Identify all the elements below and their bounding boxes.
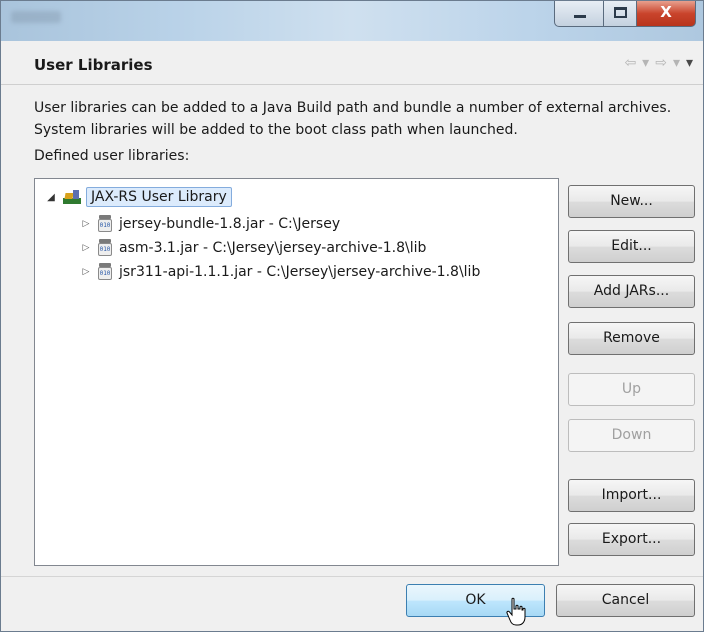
libraries-tree[interactable]: ◢ JAX-RS User Library ▷ 010 jersey-bundl… — [34, 178, 559, 566]
tree-root-item[interactable]: ◢ JAX-RS User Library — [44, 186, 232, 208]
new-button[interactable]: New... — [568, 185, 695, 218]
window-title-blurred — [11, 11, 61, 23]
tree-child-item[interactable]: ▷ 010 jsr311-api-1.1.1.jar - C:\Jersey\j… — [79, 261, 480, 283]
library-icon — [62, 189, 82, 205]
user-libraries-dialog: X User Libraries ⇦ ▾ ⇨ ▾ ▾ User librarie… — [0, 0, 704, 632]
maximize-icon — [614, 7, 627, 18]
import-button[interactable]: Import... — [568, 479, 695, 512]
expand-icon[interactable]: ▷ — [79, 219, 93, 229]
maximize-button[interactable] — [603, 1, 637, 27]
down-button[interactable]: Down — [568, 419, 695, 452]
up-button[interactable]: Up — [568, 373, 695, 406]
close-icon: X — [660, 3, 672, 21]
title-bar[interactable]: X — [1, 1, 703, 41]
add-jars-button[interactable]: Add JARs... — [568, 275, 695, 308]
page-title: User Libraries — [34, 56, 153, 74]
forward-arrow-icon[interactable]: ⇨ — [655, 55, 667, 71]
jar-icon: 010 — [97, 215, 113, 233]
history-navigation: ⇦ ▾ ⇨ ▾ ▾ — [624, 55, 693, 71]
close-button[interactable]: X — [636, 1, 696, 27]
cancel-button[interactable]: Cancel — [556, 584, 695, 617]
export-button[interactable]: Export... — [568, 523, 695, 556]
tree-child-item[interactable]: ▷ 010 asm-3.1.jar - C:\Jersey\jersey-arc… — [79, 237, 426, 259]
back-dropdown-icon[interactable]: ▾ — [642, 55, 649, 71]
back-arrow-icon[interactable]: ⇦ — [624, 55, 636, 71]
jar-icon: 010 — [97, 239, 113, 257]
tree-root-label: JAX-RS User Library — [86, 187, 232, 207]
tree-child-label: jersey-bundle-1.8.jar - C:\Jersey — [119, 216, 341, 232]
tree-child-item[interactable]: ▷ 010 jersey-bundle-1.8.jar - C:\Jersey — [79, 213, 340, 235]
collapse-icon[interactable]: ◢ — [44, 192, 58, 203]
remove-button[interactable]: Remove — [568, 322, 695, 355]
defined-libraries-label: Defined user libraries: — [34, 148, 190, 164]
tree-child-label: jsr311-api-1.1.1.jar - C:\Jersey\jersey-… — [119, 264, 481, 280]
forward-dropdown-icon[interactable]: ▾ — [673, 55, 680, 71]
expand-icon[interactable]: ▷ — [79, 267, 93, 277]
mouse-cursor-icon — [506, 597, 526, 626]
jar-icon: 010 — [97, 263, 113, 281]
description-text: User libraries can be added to a Java Bu… — [34, 100, 672, 138]
edit-button[interactable]: Edit... — [568, 230, 695, 263]
minimize-icon — [574, 15, 586, 18]
page-header: User Libraries ⇦ ▾ ⇨ ▾ ▾ — [1, 41, 703, 85]
tree-child-label: asm-3.1.jar - C:\Jersey\jersey-archive-1… — [119, 240, 427, 256]
minimize-button[interactable] — [554, 1, 604, 27]
expand-icon[interactable]: ▷ — [79, 243, 93, 253]
view-menu-icon[interactable]: ▾ — [686, 55, 693, 71]
